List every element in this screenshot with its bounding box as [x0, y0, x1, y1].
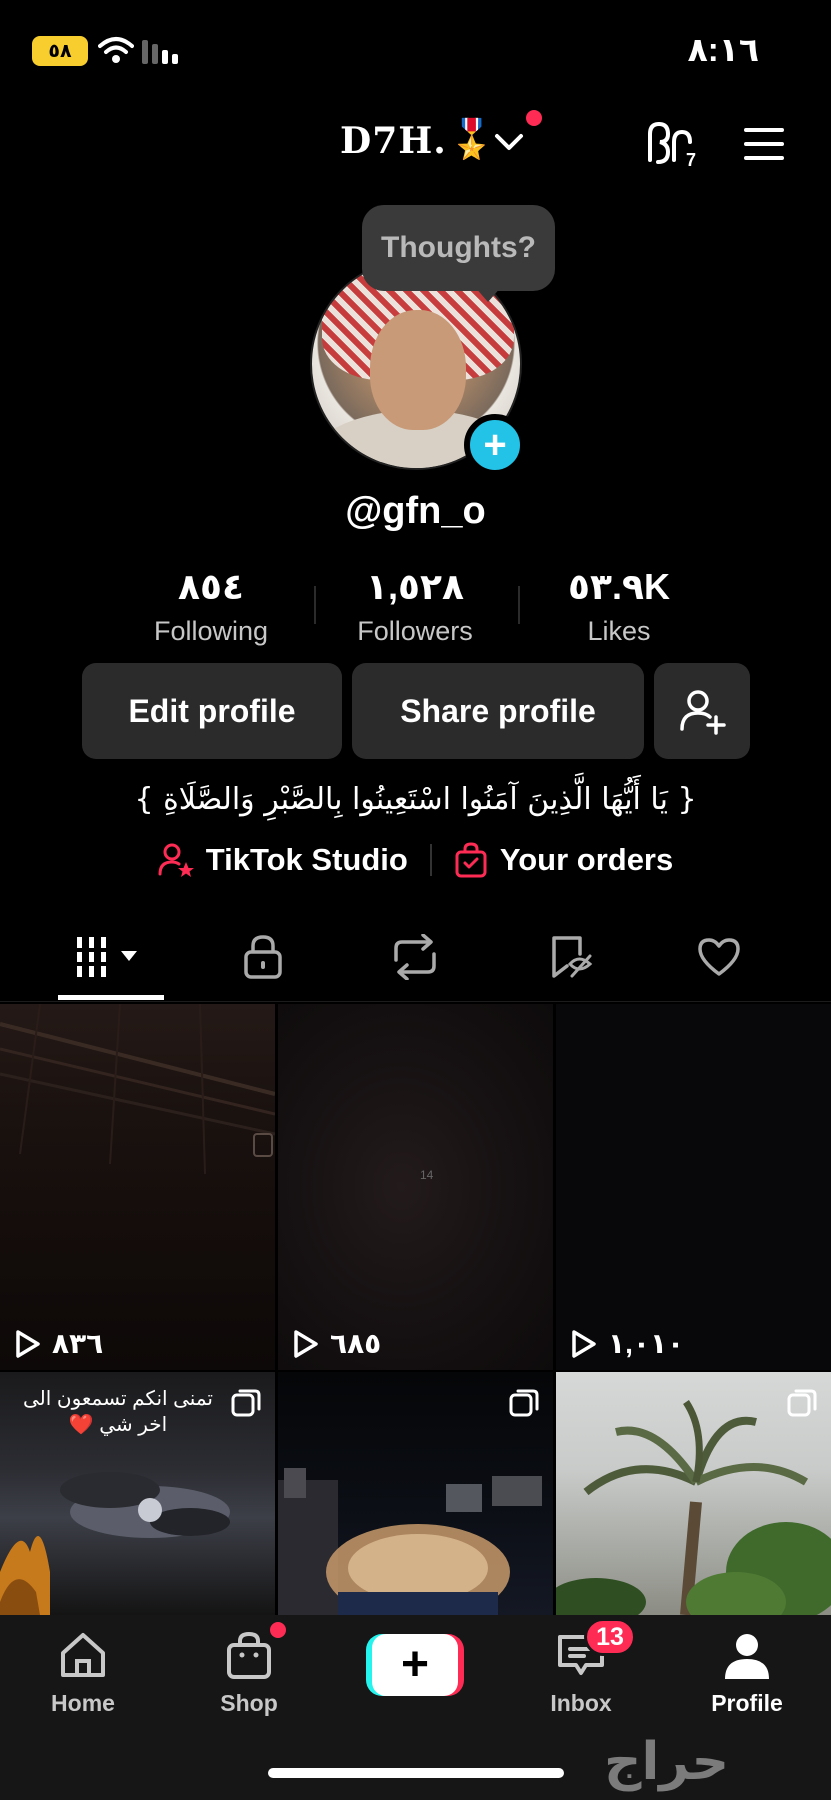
- signal-icon: [142, 40, 178, 64]
- stat-following-value: ٨٥٤: [178, 566, 244, 607]
- bookmark-hidden-icon: [552, 936, 593, 978]
- profile-icon: [725, 1634, 769, 1679]
- battery-indicator: ٥٨: [32, 36, 88, 66]
- studio-icon: [158, 843, 194, 877]
- nav-home-label: Home: [51, 1690, 115, 1716]
- add-user-icon: [680, 690, 726, 735]
- tab-videos[interactable]: [56, 912, 166, 1002]
- repost-icon: [394, 934, 436, 980]
- chevron-down-icon[interactable]: [494, 132, 524, 152]
- stat-followers[interactable]: ١,٥٢٨ Followers: [320, 566, 510, 647]
- video-thumbnail[interactable]: ١,٠١٠: [556, 1004, 831, 1370]
- view-count-value: ٦٨٥: [330, 1328, 382, 1359]
- tiktok-studio-link[interactable]: TikTok Studio: [158, 842, 408, 878]
- play-icon: [572, 1329, 596, 1358]
- tab-liked[interactable]: [664, 912, 774, 1002]
- medal-icon: 🎖️: [448, 119, 496, 161]
- photo-carousel-icon: [509, 1389, 539, 1417]
- photo-carousel-icon: [231, 1389, 261, 1417]
- video-thumbnail[interactable]: ٨٣٦: [0, 1004, 275, 1370]
- tab-private[interactable]: [208, 912, 318, 1002]
- nav-profile-label: Profile: [711, 1690, 783, 1716]
- stat-divider: [518, 586, 520, 624]
- add-story-button[interactable]: +: [464, 414, 526, 476]
- heart-icon: [698, 938, 740, 976]
- links-divider: [429, 844, 432, 876]
- bio-text: { يَا أَيُّهَا الَّذِينَ آمَنُوا اسْتَعِ…: [134, 782, 697, 817]
- your-orders-label: Your orders: [499, 842, 674, 877]
- svg-text:7: 7: [686, 150, 696, 168]
- menu-icon[interactable]: [742, 126, 786, 162]
- view-count-value: ١,٠١٠: [608, 1328, 685, 1359]
- profile-tabs: [0, 912, 831, 1002]
- active-tab-indicator: [58, 995, 164, 1000]
- play-icon: [16, 1329, 40, 1358]
- view-count: ١,٠١٠: [570, 1327, 684, 1360]
- tiktok-studio-label: TikTok Studio: [205, 842, 408, 877]
- photo-carousel-icon: [787, 1389, 817, 1417]
- stat-likes-value: ٥٣.٩K: [568, 566, 670, 607]
- grid-videos-icon: [75, 937, 137, 977]
- watermark: حراج: [604, 1732, 730, 1792]
- stat-likes[interactable]: ٥٣.٩K Likes: [524, 566, 714, 647]
- add-friend-button[interactable]: [654, 663, 750, 759]
- account-name[interactable]: D7H.: [340, 120, 447, 162]
- profile-links: TikTok Studio Your orders: [0, 842, 831, 878]
- inbox-badge: 13: [584, 1618, 636, 1656]
- edit-profile-button[interactable]: Edit profile: [82, 663, 342, 759]
- shop-notification-dot: [270, 1622, 286, 1638]
- nav-home[interactable]: Home: [18, 1631, 148, 1717]
- nav-inbox-label: Inbox: [550, 1690, 612, 1716]
- nav-shop-label: Shop: [220, 1690, 278, 1716]
- view-count: ٦٨٥: [292, 1327, 381, 1360]
- play-icon: [294, 1329, 318, 1358]
- status-bar: ٥٨ ٨:١٦: [0, 0, 831, 100]
- view-count: ٨٣٦: [14, 1327, 103, 1360]
- photo-thumbnail[interactable]: تمنى انكم تسمعون الى اخر شي ❤️: [0, 1372, 275, 1615]
- thumbnail-caption: تمنى انكم تسمعون الى اخر شي ❤️: [23, 1388, 213, 1436]
- clock: ٨:١٦: [687, 31, 759, 68]
- shopping-bag-icon: [455, 842, 487, 878]
- create-button[interactable]: +: [366, 1634, 464, 1696]
- home-icon: [61, 1633, 105, 1677]
- your-orders-link[interactable]: Your orders: [454, 842, 673, 878]
- notification-dot: [526, 110, 542, 126]
- shop-bag-icon: [227, 1631, 271, 1679]
- friends-activity-icon[interactable]: 7: [642, 120, 700, 168]
- nav-profile[interactable]: Profile: [682, 1631, 812, 1717]
- stat-divider: [314, 586, 316, 624]
- photo-thumbnail[interactable]: [278, 1372, 553, 1615]
- stat-following[interactable]: ٨٥٤ Following: [116, 566, 306, 647]
- stat-likes-label: Likes: [587, 616, 651, 646]
- stat-followers-value: ١,٥٢٨: [366, 566, 464, 607]
- photo-thumbnail[interactable]: [556, 1372, 831, 1615]
- nav-shop[interactable]: Shop: [184, 1631, 314, 1717]
- thumbnail-art: [0, 1004, 275, 1175]
- thumbnail-overlay-text: 14: [420, 1168, 434, 1182]
- plus-icon: +: [372, 1634, 458, 1696]
- home-indicator[interactable]: [268, 1768, 564, 1778]
- tab-favorites[interactable]: [516, 912, 626, 1002]
- view-count-value: ٨٣٦: [52, 1328, 104, 1359]
- share-profile-button[interactable]: Share profile: [352, 663, 644, 759]
- bubble-tail: [474, 286, 502, 302]
- stat-followers-label: Followers: [357, 616, 473, 646]
- username: @gfn_o: [345, 490, 486, 532]
- stat-following-label: Following: [153, 616, 269, 646]
- video-thumbnail[interactable]: 14 ٦٨٥: [278, 1004, 553, 1370]
- thoughts-bubble[interactable]: Thoughts?: [362, 205, 555, 291]
- tab-reposts[interactable]: [360, 912, 470, 1002]
- lock-icon: [244, 935, 282, 979]
- wifi-icon: [98, 37, 134, 63]
